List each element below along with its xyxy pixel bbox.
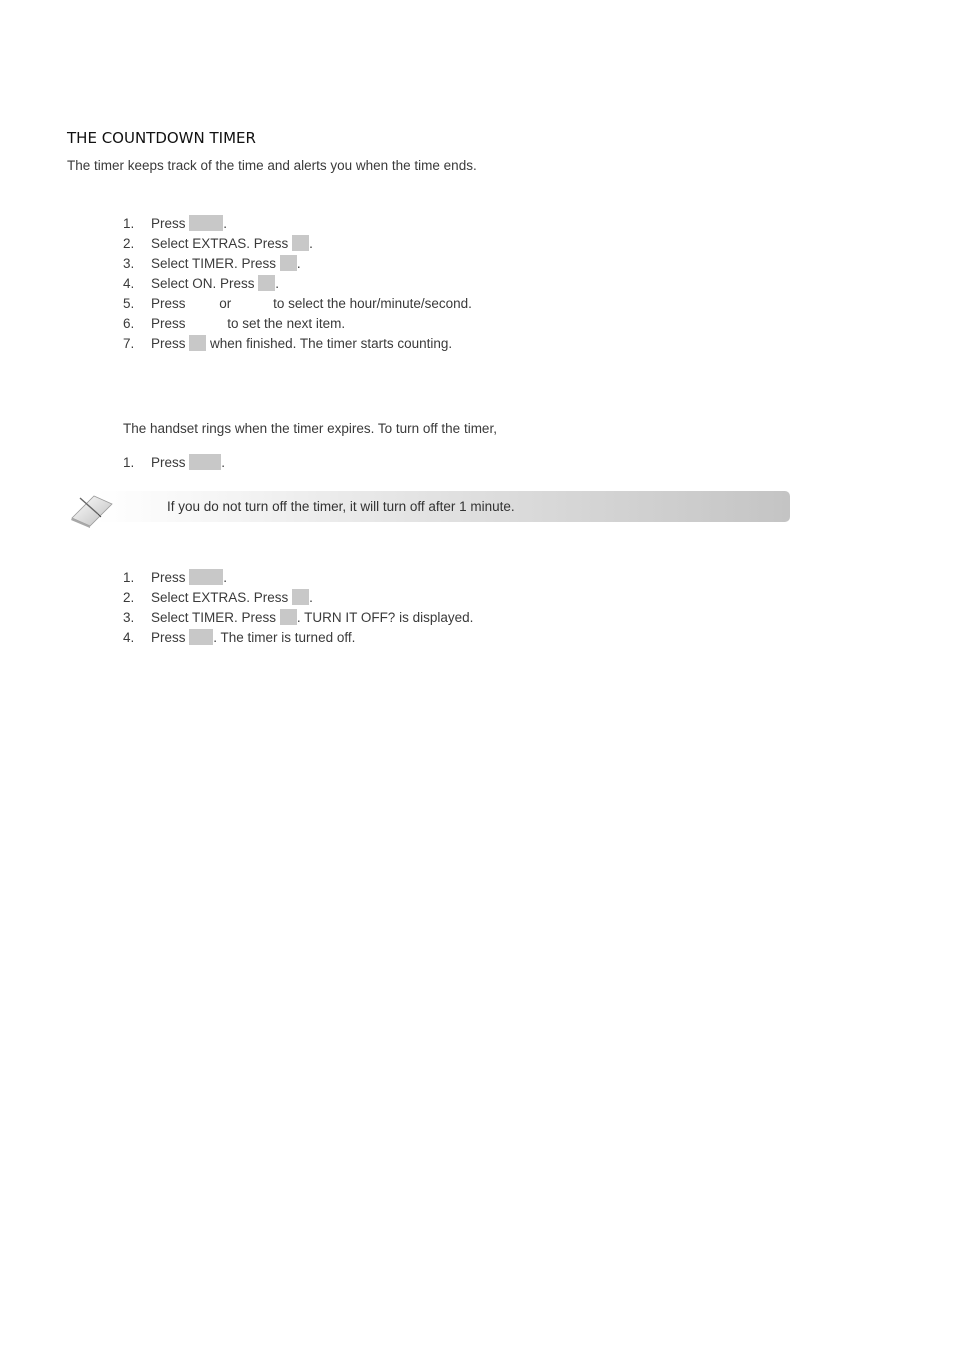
any-key-icon <box>189 454 222 470</box>
list-item: 5. Press or to select the hour/minute/sec… <box>123 295 472 311</box>
list-item: 4. Select ON. Press . <box>123 275 280 291</box>
right-key-icon <box>189 315 227 331</box>
list-item: 6. Press to set the next item. <box>123 315 346 331</box>
ok-key-icon <box>292 235 310 251</box>
ok-key-icon <box>279 255 297 271</box>
up-key-icon <box>189 295 219 311</box>
list-item: 1. Press . <box>123 454 226 470</box>
ok-key-icon <box>258 275 276 291</box>
ok-key-icon <box>292 589 310 605</box>
section-title: THE COUNTDOWN TIMER <box>67 129 256 147</box>
section-intro: The timer keeps track of the time and al… <box>67 158 477 173</box>
ok-key-icon <box>279 609 297 625</box>
list-item: 1. Press . <box>123 569 228 585</box>
list-item: 3. Select TIMER. Press . <box>123 255 301 271</box>
list-item: 1. Press . <box>123 215 228 231</box>
note-text: If you do not turn off the timer, it wil… <box>167 499 515 514</box>
list-item: 7. Press when finished. The timer starts … <box>123 335 453 351</box>
list-item: 3. Select TIMER. Press . TURN IT OFF? is … <box>123 609 474 625</box>
ok-key-icon <box>189 335 207 351</box>
expire-paragraph: The handset rings when the timer expires… <box>123 421 497 436</box>
down-key-icon <box>235 295 273 311</box>
note-pad-icon <box>71 495 113 528</box>
list-item: 2. Select EXTRAS. Press . <box>123 235 313 251</box>
list-item: 2. Select EXTRAS. Press . <box>123 589 313 605</box>
ok-key-icon <box>189 629 214 645</box>
list-item: 4. Press . The timer is turned off. <box>123 629 356 645</box>
menu-key-icon <box>189 569 224 585</box>
menu-key-icon <box>189 215 224 231</box>
